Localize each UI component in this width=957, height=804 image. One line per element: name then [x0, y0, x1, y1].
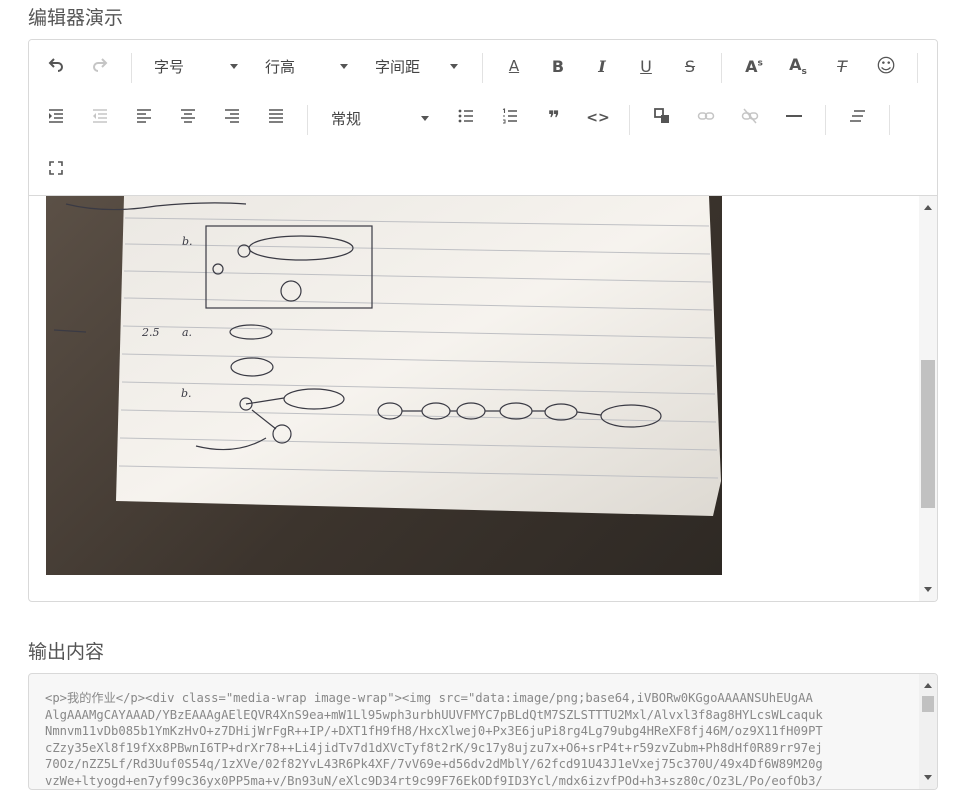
chevron-down-icon: [450, 64, 458, 69]
output-html-text: <p>我的作业</p><div class="media-wrap image-…: [45, 691, 823, 788]
clear-format-icon: T: [837, 56, 847, 76]
underline-icon: U: [640, 56, 652, 76]
align-justify-icon: [267, 107, 285, 129]
scroll-up-arrow[interactable]: [924, 683, 932, 688]
subscript-icon: As: [789, 54, 807, 78]
clear-content-icon: [849, 107, 867, 129]
strikethrough-button[interactable]: S: [673, 49, 707, 83]
fullscreen-icon: [47, 159, 65, 181]
bold-icon: B: [551, 56, 565, 76]
font-color-icon: A: [508, 57, 520, 75]
align-right-icon: [223, 107, 241, 129]
chevron-down-icon: [421, 116, 429, 121]
link-icon: [697, 107, 715, 129]
underline-button[interactable]: U: [629, 49, 663, 83]
blockquote-button[interactable]: ❞: [537, 101, 571, 135]
outdent-icon: [91, 107, 109, 129]
toolbar-separator: [131, 53, 132, 83]
rich-text-editor: 字号 行高 字间距 A B I U S As As T ☺ 常规 ❞ <> b.…: [28, 39, 938, 602]
align-left-button[interactable]: [127, 101, 161, 135]
chevron-down-icon: [230, 64, 238, 69]
unlink-button[interactable]: [733, 101, 767, 135]
emoji-button[interactable]: ☺: [869, 49, 903, 83]
svg-text:a.: a.: [182, 326, 192, 339]
block-type-label: 常规: [331, 109, 362, 128]
svg-text:2.5: 2.5: [141, 326, 160, 339]
handwritten-notes-photo: b. 2.5 a. b.: [53, 196, 721, 516]
clear-format-button[interactable]: T: [825, 49, 859, 83]
editor-section-title: 编辑器演示: [28, 7, 124, 29]
output-content-box[interactable]: <p>我的作业</p><div class="media-wrap image-…: [28, 673, 938, 790]
toolbar-separator: [889, 105, 890, 135]
scroll-up-arrow[interactable]: [924, 205, 932, 210]
fullscreen-button[interactable]: [39, 153, 73, 187]
toolbar-separator: [917, 53, 918, 83]
toolbar-separator: [721, 53, 722, 83]
quote-icon: ❞: [548, 106, 560, 130]
toolbar-separator: [307, 105, 308, 135]
output-section-title: 输出内容: [28, 641, 105, 663]
code-button[interactable]: <>: [581, 101, 615, 135]
italic-button[interactable]: I: [585, 49, 619, 83]
indent-icon: [47, 107, 65, 129]
align-center-button[interactable]: [171, 101, 205, 135]
superscript-icon: As: [745, 56, 763, 76]
font-size-dropdown[interactable]: 字号: [154, 49, 238, 83]
unlink-icon: [741, 107, 759, 129]
strikethrough-icon: S: [684, 56, 696, 76]
align-justify-button[interactable]: [259, 101, 293, 135]
svg-text:b.: b.: [181, 387, 192, 400]
scrollbar-thumb[interactable]: [921, 360, 935, 509]
outdent-button[interactable]: [83, 101, 117, 135]
italic-icon: I: [598, 56, 606, 76]
bulleted-list-icon: [457, 107, 475, 129]
superscript-button[interactable]: As: [737, 49, 771, 83]
align-right-button[interactable]: [215, 101, 249, 135]
align-left-icon: [135, 107, 153, 129]
toolbar-separator: [825, 105, 826, 135]
bulleted-list-button[interactable]: [449, 101, 483, 135]
line-height-dropdown[interactable]: 行高: [265, 49, 348, 83]
align-center-icon: [179, 107, 197, 129]
scroll-down-arrow[interactable]: [924, 775, 932, 780]
code-icon: <>: [586, 110, 610, 126]
output-scrollbar[interactable]: [919, 674, 937, 789]
editor-scrollbar[interactable]: [919, 196, 937, 601]
toolbar-separator: [482, 53, 483, 83]
chevron-down-icon: [340, 64, 348, 69]
media-icon: [653, 107, 671, 129]
embedded-image[interactable]: b. 2.5 a. b.: [46, 196, 722, 575]
redo-icon: [91, 55, 109, 77]
emoji-icon: ☺: [876, 55, 896, 77]
horizontal-rule-button[interactable]: [777, 101, 811, 135]
scroll-down-arrow[interactable]: [924, 587, 932, 592]
numbered-list-icon: [501, 107, 519, 129]
font-color-button[interactable]: A: [497, 49, 531, 83]
link-button[interactable]: [689, 101, 723, 135]
undo-icon: [47, 55, 65, 77]
svg-text:b.: b.: [182, 235, 193, 248]
redo-button[interactable]: [83, 49, 117, 83]
letter-spacing-dropdown[interactable]: 字间距: [375, 49, 458, 83]
editor-toolbar: 字号 行高 字间距 A B I U S As As T ☺ 常规 ❞ <>: [29, 40, 937, 196]
scrollbar-thumb[interactable]: [922, 696, 934, 712]
media-button[interactable]: [645, 101, 679, 135]
subscript-button[interactable]: As: [781, 49, 815, 83]
editor-content[interactable]: b. 2.5 a. b.: [29, 196, 919, 601]
clear-content-button[interactable]: [841, 101, 875, 135]
numbered-list-button[interactable]: [493, 101, 527, 135]
letter-spacing-label: 字间距: [375, 57, 421, 76]
font-size-label: 字号: [154, 57, 185, 76]
undo-button[interactable]: [39, 49, 73, 83]
bold-button[interactable]: B: [541, 49, 575, 83]
block-type-dropdown[interactable]: 常规: [331, 101, 429, 135]
indent-button[interactable]: [39, 101, 73, 135]
line-height-label: 行高: [265, 57, 296, 76]
toolbar-separator: [629, 105, 630, 135]
horizontal-rule-icon: [785, 107, 803, 129]
